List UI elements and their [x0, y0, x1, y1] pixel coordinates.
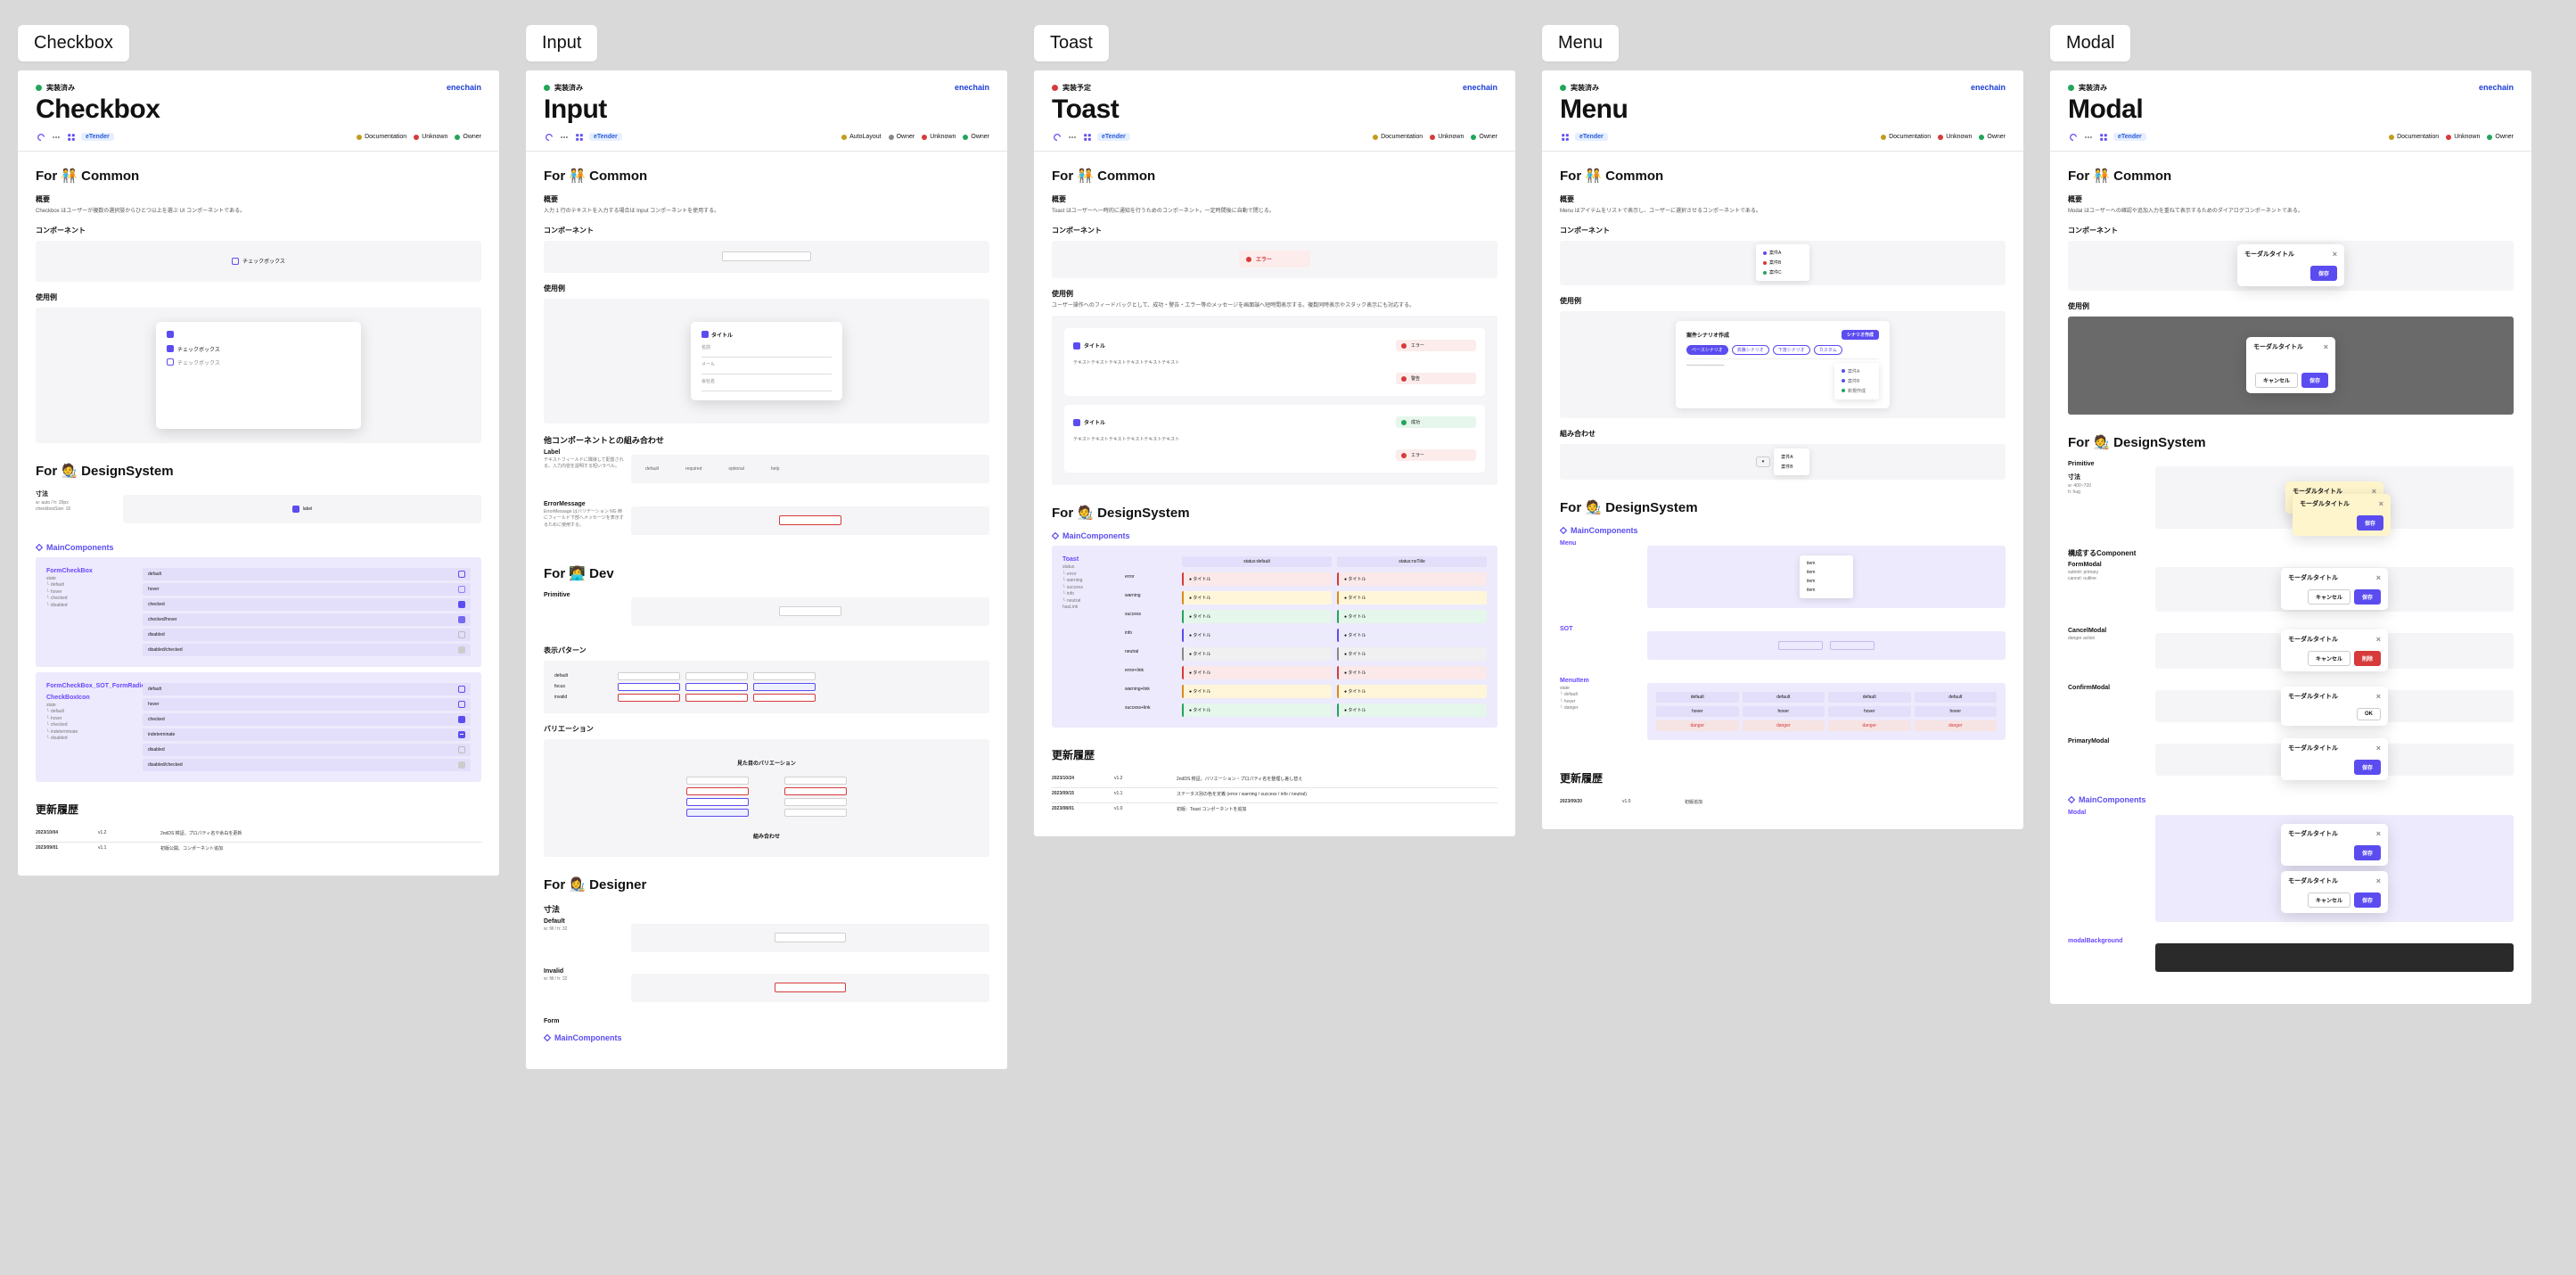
board-toast[interactable]: Toast 実装予定 Toast enechain eTender Docume… [1034, 25, 1515, 836]
dots-icon[interactable] [559, 132, 569, 142]
board-tag[interactable]: Checkbox [18, 25, 129, 62]
section-common: For 🧑‍🤝‍🧑 Common [36, 168, 481, 184]
grid-icon[interactable] [1082, 132, 1092, 142]
page: 実装済み Checkbox enechain eTender Documenta… [18, 70, 499, 876]
pattern-panel: default focus invalid [544, 661, 989, 713]
menu-demo-card: 案件シナリオ作成シナリオ作成 ベースシナリオ 高騰シナリオ 下落シナリオ カスタ… [1676, 321, 1890, 408]
status-badge: 実装済み [36, 83, 160, 93]
page-title: Modal [2068, 95, 2143, 125]
section-design: For 🧑‍🎨 DesignSystem [36, 463, 481, 479]
grid-icon[interactable] [1560, 132, 1570, 142]
section-history: 更新履歴 [36, 802, 481, 817]
cb-label: チェックボックス [242, 257, 285, 265]
tool-owner[interactable]: Owner [455, 134, 481, 140]
component-preview: チェックボックス [36, 241, 481, 282]
component-preview [544, 241, 989, 273]
page-title: Checkbox [36, 95, 160, 125]
dots-icon[interactable] [2083, 132, 2093, 142]
dots-icon[interactable] [51, 132, 61, 142]
board-checkbox[interactable]: Checkbox 実装済み Checkbox enechain eTender … [18, 25, 499, 876]
board-tag[interactable]: Menu [1542, 25, 1619, 62]
tool-icons: eTender [36, 132, 114, 142]
menu-sample[interactable]: 案件A 案件B 案件C [1756, 244, 1809, 281]
page-title: Toast [1052, 95, 1119, 125]
header: 実装済み Checkbox enechain eTender Documenta… [18, 70, 499, 152]
history-table: 2023/10/04v1.22ndDS 検証。プロパティ名や余白を更新 2023… [36, 827, 481, 854]
tool-unknown[interactable]: Unknown [414, 134, 447, 140]
board-input[interactable]: Input 実装済み Input enechain eTender AutoLa… [526, 25, 1007, 1069]
grid-icon[interactable] [66, 132, 76, 142]
overview-text: Checkbox はユーザーが複数の選択肢からひとつ以上を選ぶ UI コンポーネ… [36, 208, 481, 217]
dots-icon[interactable] [1067, 132, 1077, 142]
page-title: Input [544, 95, 607, 125]
sample-input[interactable] [722, 251, 811, 261]
refresh-icon[interactable] [1052, 132, 1062, 142]
close-icon[interactable]: × [2333, 250, 2337, 259]
board-tag[interactable]: Toast [1034, 25, 1109, 62]
canvas[interactable]: Checkbox 実装済み Checkbox enechain eTender … [18, 25, 2558, 1069]
sub-overview: 概要 [36, 194, 481, 204]
page-title: Menu [1560, 95, 1628, 125]
board-menu[interactable]: Menu 実装済み Menu enechain eTender Document… [1542, 25, 2023, 829]
refresh-icon[interactable] [36, 132, 45, 142]
refresh-icon[interactable] [544, 132, 554, 142]
sub-component: コンポーネント [36, 226, 481, 235]
etender-chip[interactable]: eTender [81, 133, 114, 141]
ds-sot: FormCheckBox_SOT_FormRadioButton CheckBo… [36, 672, 481, 782]
ds-formcheckbox: FormCheckBoxstate└ default└ hover└ check… [36, 557, 481, 667]
variation-panel: 見た目のバリエーション 組み合わせ [544, 739, 989, 857]
grid-icon[interactable] [2098, 132, 2108, 142]
refresh-icon[interactable] [2068, 132, 2078, 142]
board-modal[interactable]: Modal 実装済み Modal enechain eTender Docume… [2050, 25, 2531, 1004]
usage-preview: チェックボックス チェックボックス [36, 308, 481, 443]
usage-preview: タイトル 名前 メール 会社名 [544, 299, 989, 424]
board-tag[interactable]: Modal [2050, 25, 2130, 62]
grid-icon[interactable] [574, 132, 584, 142]
modal-sample: モーダルタイトル× 保存 [2237, 244, 2344, 286]
sub-usage: 使用例 [36, 292, 481, 302]
board-tag[interactable]: Input [526, 25, 597, 62]
tool-documentation[interactable]: Documentation [357, 134, 406, 140]
brand-link[interactable]: enechain [447, 83, 481, 92]
main-components-link[interactable]: MainComponents [36, 543, 481, 552]
